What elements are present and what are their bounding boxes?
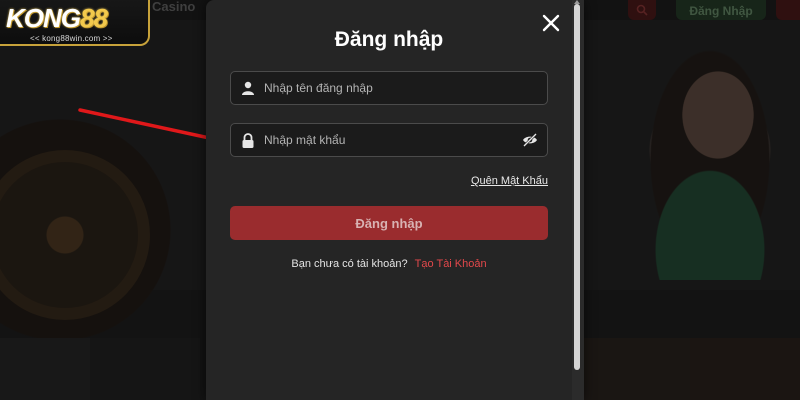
logo-brand: KONG [6, 3, 81, 33]
scrollbar-thumb[interactable] [574, 4, 580, 370]
password-input[interactable] [261, 124, 513, 156]
forgot-password-link[interactable]: Quên Mật Khẩu [471, 175, 548, 187]
login-modal: Đăng nhập Quên Mật Khẩu Đă [206, 0, 584, 400]
modal-scrollbar[interactable] [572, 0, 584, 400]
create-account-link[interactable]: Tạo Tài Khoản [415, 258, 487, 270]
username-input[interactable] [261, 72, 547, 104]
eye-off-icon [523, 133, 537, 147]
lock-icon [231, 132, 261, 148]
signup-prompt: Bạn chưa có tài khoản? Tạo Tài Khoản [206, 258, 572, 270]
username-field[interactable] [230, 71, 548, 105]
logo-tagline: << kong88win.com >> [30, 34, 113, 43]
user-icon [231, 81, 261, 95]
login-submit-button[interactable]: Đăng nhập [230, 206, 548, 240]
toggle-password-visibility[interactable] [513, 133, 547, 147]
password-field[interactable] [230, 123, 548, 157]
modal-title: Đăng nhập [334, 28, 444, 51]
logo-wordmark: KONG88 [6, 3, 108, 34]
logo-number: 88 [80, 3, 108, 33]
site-logo[interactable]: KONG88 << kong88win.com >> [0, 0, 150, 46]
no-account-text: Bạn chưa có tài khoản? [291, 258, 408, 270]
